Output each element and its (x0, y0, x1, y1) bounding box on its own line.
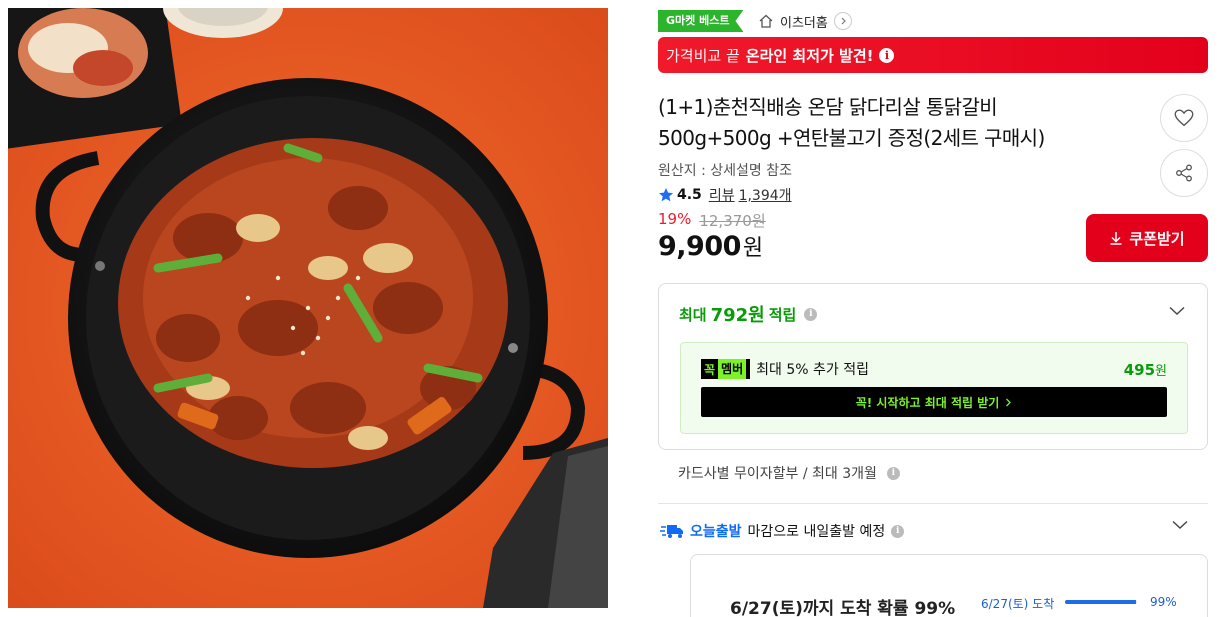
points-summary[interactable]: 최대 792원 적립 i (679, 301, 818, 327)
original-price: 12,370원 (699, 212, 766, 230)
delivery-row[interactable]: 오늘출발 마감으로 내일출발 예정 i (660, 520, 905, 542)
banner-strong-text: 온라인 최저가 발견! (745, 46, 874, 65)
points-suffix: 적립 (768, 305, 797, 324)
ggok-member-badge: 꼭 멤버 (701, 359, 751, 379)
download-icon (1110, 232, 1122, 245)
product-title: (1+1)춘천직배송 온담 닭다리살 통닭갈비 500g+500g +연탄불고기… (658, 92, 1128, 154)
member-cta-label: 꼭! 시작하고 최대 적립 받기 (855, 395, 1000, 410)
points-prefix: 최대 (679, 305, 707, 324)
member-amount-unit: 원 (1155, 364, 1167, 379)
wishlist-button[interactable] (1160, 94, 1208, 142)
coupon-button[interactable]: 쿠폰받기 (1086, 214, 1208, 262)
ggok-badge-k: 꼭 (704, 362, 716, 377)
sale-price-unit: 원 (742, 236, 763, 261)
coupon-label: 쿠폰받기 (1129, 229, 1185, 248)
origin-info: 원산지 : 상세설명 참조 (658, 163, 792, 179)
arrival-date: 6/27(토) 도착 (981, 597, 1055, 611)
truck-icon (660, 525, 683, 538)
arrival-title: 6/27(토)까지 도착 확률 99% (730, 599, 956, 617)
installment-text: 카드사별 무이자할부 / 최대 3개월 (678, 466, 877, 482)
discount-rate: 19% (658, 210, 692, 228)
star-icon (659, 188, 673, 202)
price-row: 19% 12,370원 (658, 210, 766, 231)
sale-price-value: 9,900 (658, 231, 741, 262)
dakgalbi-photo (8, 8, 608, 608)
home-icon (759, 14, 773, 28)
share-button[interactable] (1160, 149, 1208, 197)
review-label[interactable]: 리뷰 (709, 185, 735, 205)
member-amount-value: 495 (1123, 361, 1156, 379)
chevron-right-icon (833, 12, 852, 30)
member-benefit-amount: 495원 (1124, 360, 1167, 379)
store-name: 이츠더홈 (780, 15, 828, 31)
product-title-line-1: (1+1)춘천직배송 온담 닭다리살 통닭갈비 (658, 95, 998, 119)
share-icon (1176, 164, 1192, 182)
heart-icon (1174, 109, 1194, 127)
product-image[interactable] (8, 8, 608, 608)
ggok-badge-m: 멤버 (718, 359, 747, 379)
rating-score: 4.5 (677, 187, 702, 203)
gmarket-best-badge[interactable]: G마켓 베스트 (658, 10, 743, 32)
member-benefit-text: 최대 5% 추가 적립 (756, 362, 869, 378)
store-link[interactable]: 이츠더홈 (758, 10, 852, 32)
info-icon[interactable]: i (891, 524, 905, 538)
lowest-price-banner[interactable]: 가격비교 끝 온라인 최저가 발견! i (658, 37, 1208, 73)
review-count[interactable]: 1,394개 (739, 185, 792, 205)
arrival-estimate-box: 6/27(토)까지 도착 확률 99% 6/27(토) 도착 99% (690, 554, 1208, 617)
member-benefit-box: 꼭 멤버 최대 5% 추가 적립 495원 꼭! 시작하고 최대 적립 받기 (680, 342, 1188, 434)
rating-row[interactable]: 4.5 리뷰 1,394개 (658, 185, 792, 205)
arrival-probability-bar (1065, 600, 1137, 604)
chevron-down-icon[interactable] (1169, 306, 1185, 316)
info-icon[interactable]: i (886, 466, 900, 480)
chevron-right-icon (1006, 398, 1012, 406)
delivery-text: 마감으로 내일출발 예정 (747, 524, 886, 540)
info-icon[interactable]: i (804, 307, 818, 321)
today-dispatch-label: 오늘출발 (690, 524, 742, 540)
member-cta-button[interactable]: 꼭! 시작하고 최대 적립 받기 (701, 387, 1167, 417)
arrival-probability-fill (1065, 600, 1137, 604)
arrival-probability-label: 99% (1150, 595, 1177, 609)
info-icon[interactable]: i (879, 47, 895, 63)
product-title-line-2: 500g+500g +연탄불고기 증정(2세트 구매시) (658, 126, 1045, 150)
member-benefit-line: 꼭 멤버 최대 5% 추가 적립 (701, 359, 869, 379)
banner-normal-text: 가격비교 끝 (666, 46, 740, 65)
points-box: 최대 792원 적립 i 꼭 멤버 최대 5% 추가 적립 495원 꼭! 시작하… (658, 283, 1208, 450)
installment-info: 카드사별 무이자할부 / 최대 3개월 i (678, 463, 900, 483)
sale-price: 9,900원 (658, 230, 763, 262)
divider (658, 503, 1208, 504)
chevron-down-icon[interactable] (1172, 520, 1188, 530)
points-amount: 792원 (710, 305, 765, 326)
